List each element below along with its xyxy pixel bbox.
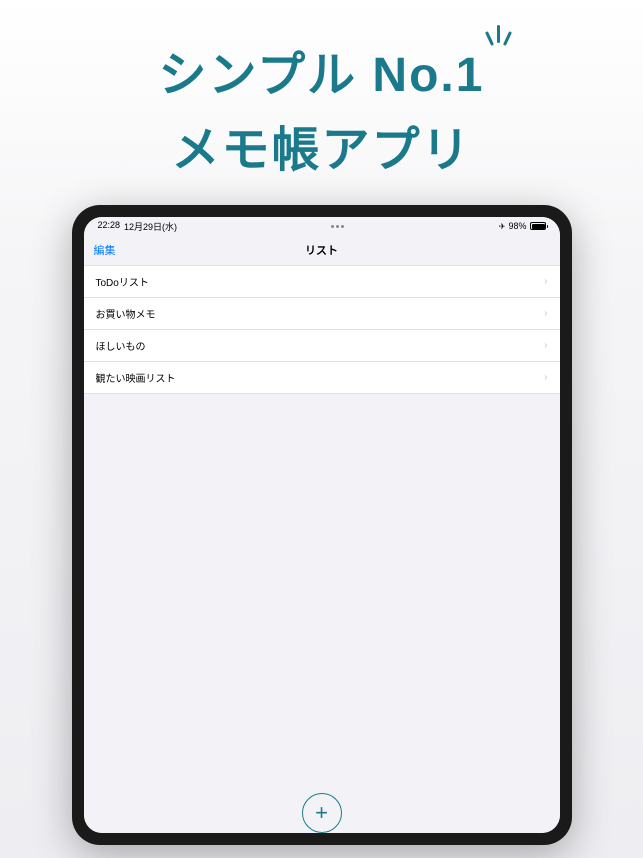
list-item[interactable]: お買い物メモ › <box>84 298 560 330</box>
chevron-right-icon: › <box>544 372 547 383</box>
status-center <box>331 225 344 228</box>
status-right: ✈ 98% <box>499 221 546 231</box>
nav-bar: 編集 リスト <box>84 235 560 265</box>
sparkle-icon <box>482 23 512 53</box>
chevron-right-icon: › <box>544 308 547 319</box>
nav-title: リスト <box>305 242 338 258</box>
battery-percent: 98% <box>508 221 526 231</box>
promo-title-line2: メモ帳アプリ <box>159 110 485 180</box>
plus-icon: + <box>315 800 328 826</box>
promo-text-1: シンプル No.1 <box>159 35 485 105</box>
list-container: ToDoリスト › お買い物メモ › ほしいもの › 観たい映画リスト › <box>84 265 560 833</box>
status-bar: 22:28 12月29日(水) ✈ 98% <box>84 217 560 235</box>
device-frame: 22:28 12月29日(水) ✈ 98% 編集 リスト <box>72 205 572 845</box>
status-time: 22:28 <box>98 220 121 233</box>
list-item-label: ToDoリスト <box>96 274 149 289</box>
promo-title-line1: シンプル No.1 <box>159 35 485 105</box>
chevron-right-icon: › <box>544 340 547 351</box>
device-screen: 22:28 12月29日(水) ✈ 98% 編集 リスト <box>84 217 560 833</box>
edit-button[interactable]: 編集 <box>94 242 116 258</box>
list-item-label: 観たい映画リスト <box>96 370 176 385</box>
chevron-right-icon: › <box>544 276 547 287</box>
list-item-label: ほしいもの <box>96 338 146 353</box>
list-item-label: お買い物メモ <box>96 306 156 321</box>
battery-icon <box>530 222 546 230</box>
list-item[interactable]: ToDoリスト › <box>84 265 560 298</box>
add-button[interactable]: + <box>302 793 342 833</box>
add-button-container: + <box>302 793 342 833</box>
status-left: 22:28 12月29日(水) <box>98 220 178 233</box>
list-item[interactable]: 観たい映画リスト › <box>84 362 560 394</box>
airplane-icon: ✈ <box>499 222 506 231</box>
status-date: 12月29日(水) <box>124 220 177 233</box>
list-item[interactable]: ほしいもの › <box>84 330 560 362</box>
promo-header: シンプル No.1 メモ帳アプリ <box>159 0 485 205</box>
